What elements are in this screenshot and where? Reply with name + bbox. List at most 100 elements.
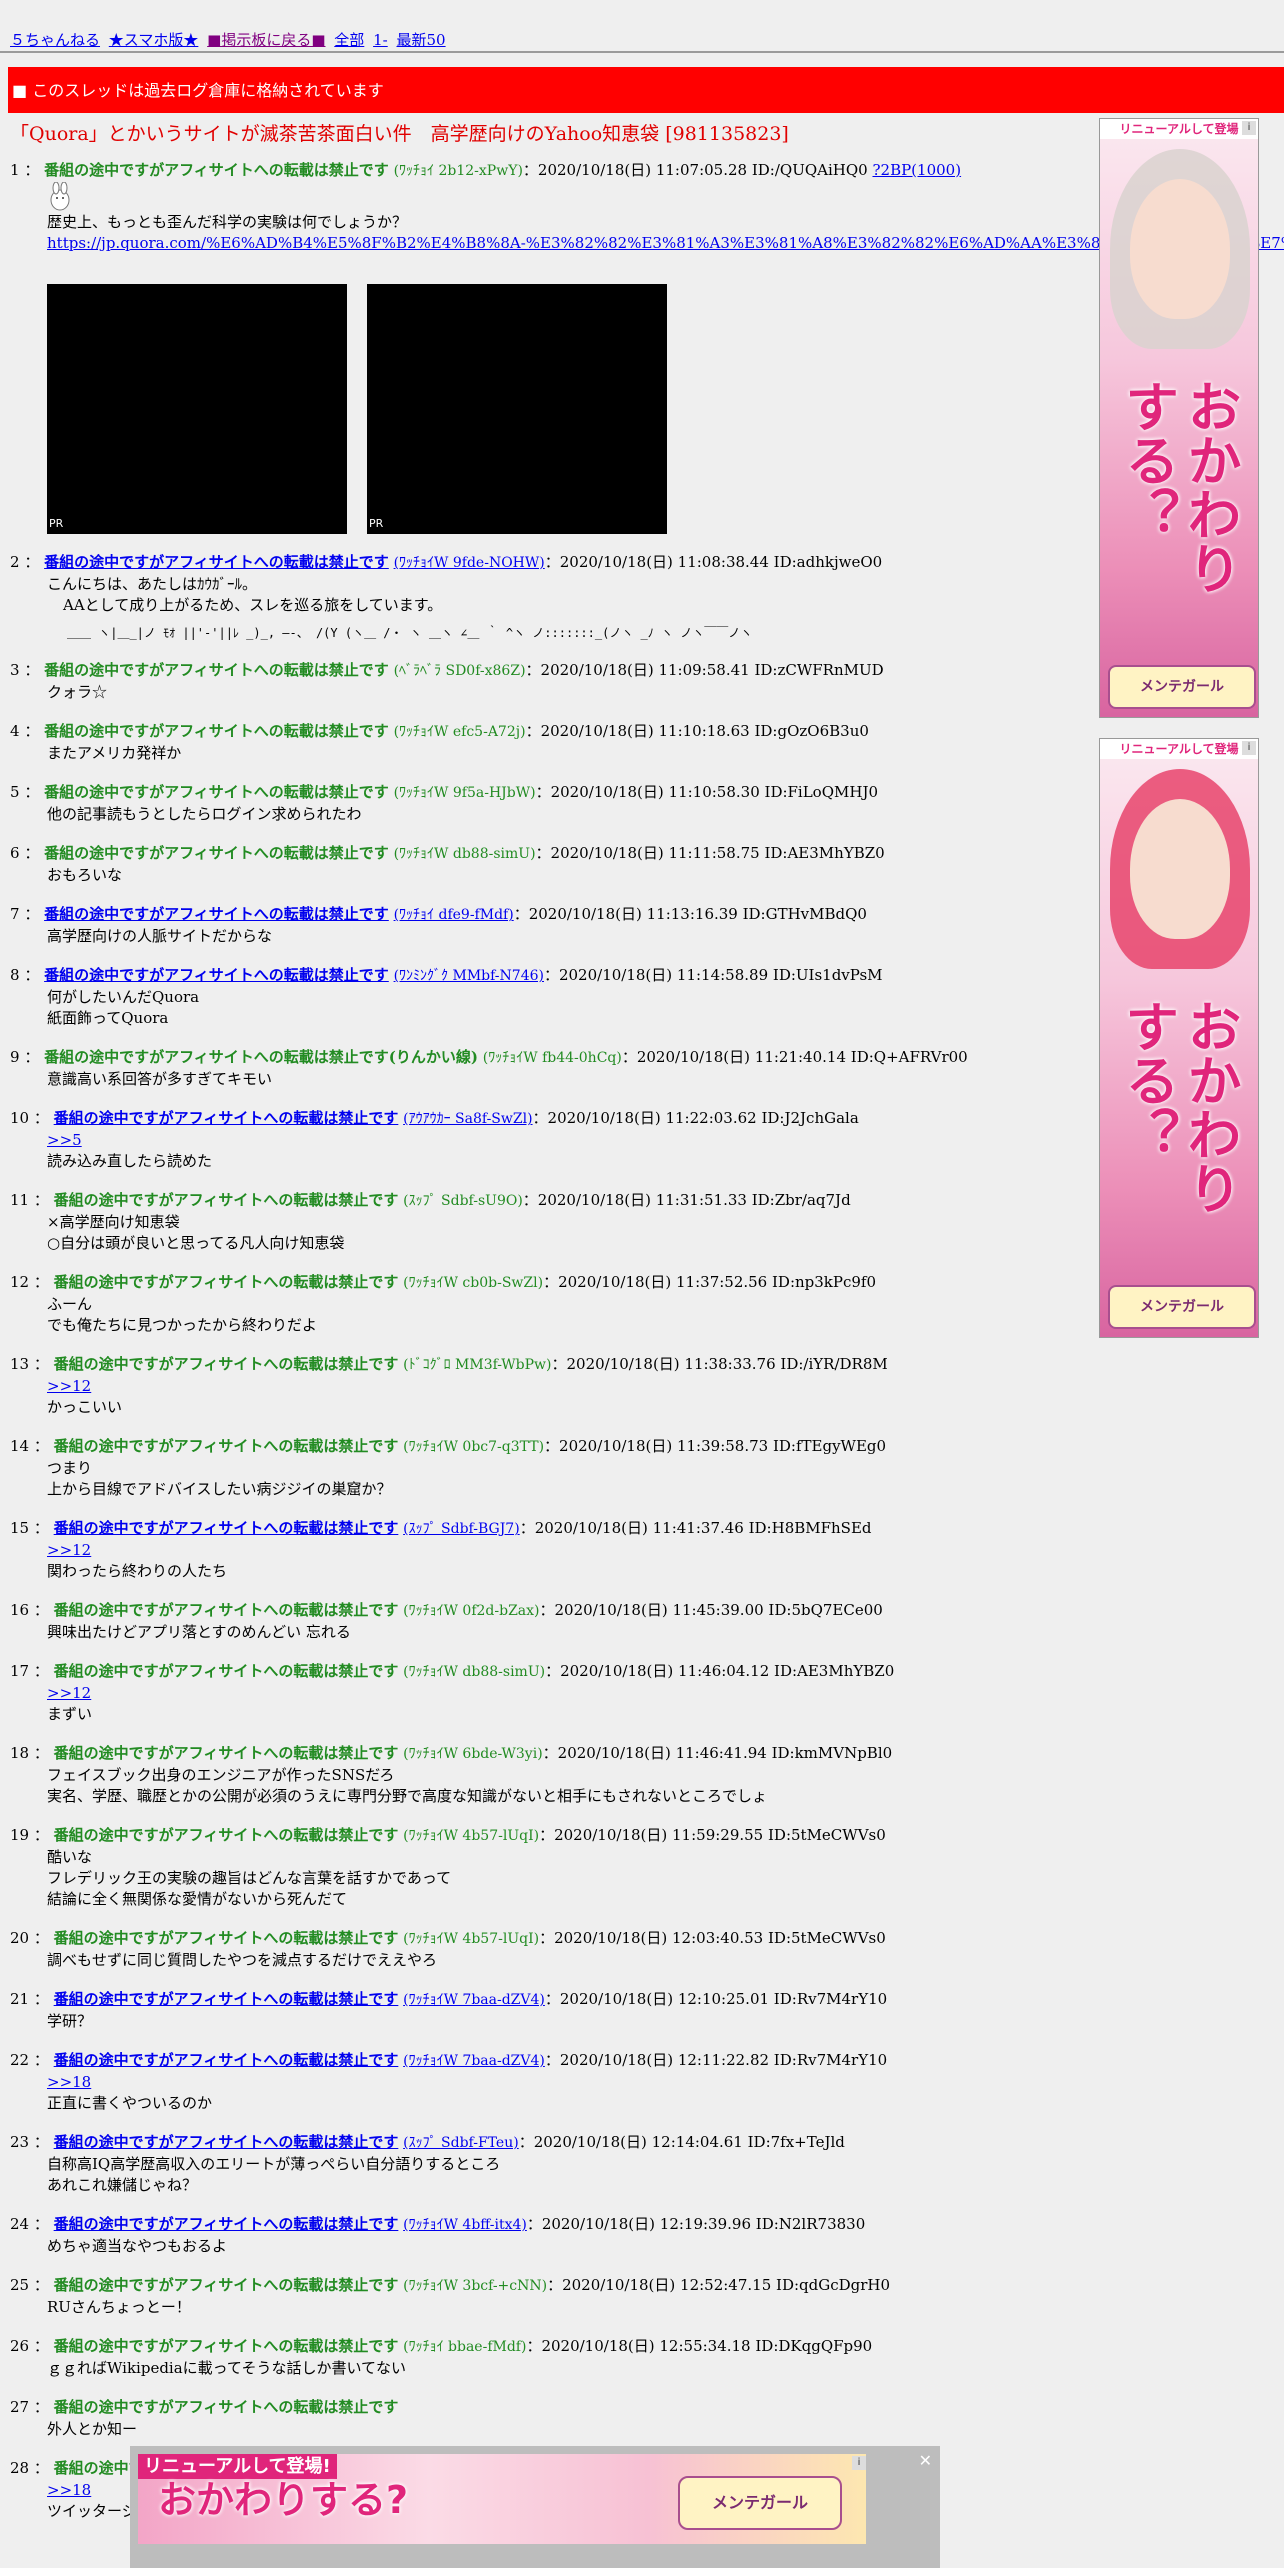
poster-trip: (ﾜｯﾁｮｲ bbae-fMdf) <box>403 2339 527 2355</box>
post-line: 紙面飾ってQuora <box>47 1009 169 1027</box>
post-header: 7 ： 番組の途中ですがアフィサイトへの転載は禁止です (ﾜｯﾁｮｲ dfe9-… <box>10 905 867 923</box>
post-line: つまり <box>47 1459 93 1477</box>
poster-trip: (ﾄﾞｺｸﾞﾛ MM3f-WbPw) <box>403 1357 552 1373</box>
back-to-board-link[interactable]: ■掲示板に戻る■ <box>207 31 325 49</box>
reply-anchor-link[interactable]: >>12 <box>47 1540 1270 1561</box>
poster-name-link[interactable]: 番組の途中ですがアフィサイトへの転載は禁止です <box>54 1109 399 1127</box>
mobile-version-link[interactable]: ★スマホ版★ <box>109 31 199 49</box>
post-17: 17 ： 番組の途中ですがアフィサイトへの転載は禁止です (ﾜｯﾁｮｲW db8… <box>10 1661 1270 1725</box>
poster-trip[interactable]: (ｱｳｱｳｶｰ Sa8f-SwZl) <box>403 1111 532 1127</box>
poster-trip[interactable]: (ｽｯﾌﾟ Sdbf-FTeu) <box>403 2135 519 2151</box>
post-header: 17 ： 番組の途中ですがアフィサイトへの転載は禁止です (ﾜｯﾁｮｲW db8… <box>10 1662 895 1680</box>
post-line: でも俺たちに見つかったから終わりだよ <box>47 1316 318 1334</box>
post-body: こんにちは、あたしはｶｳｶﾞｰﾙ。 AAとして成り上がるため、スレを巡る旅をして… <box>47 574 1270 642</box>
ad-header: リニューアルして登場 <box>1100 739 1258 759</box>
poster-trip[interactable]: (ﾜｯﾁｮｲW 7baa-dZV4) <box>403 1992 545 2008</box>
post-header: 18 ： 番組の途中ですがアフィサイトへの転載は禁止です (ﾜｯﾁｮｲW 6bd… <box>10 1744 893 1762</box>
post-header: 12 ： 番組の途中ですがアフィサイトへの転載は禁止です (ﾜｯﾁｮｲW cb0… <box>10 1273 877 1291</box>
poster-name: 番組の途中ですがアフィサイトへの転載は禁止です <box>44 661 389 679</box>
poster-name: 番組の途中ですがアフィサイトへの転載は禁止です <box>53 2398 399 2416</box>
post-line: 関わったら終わりの人たち <box>47 1562 228 1580</box>
post-date-id: ：2020/10/18(日) 11:38:33.76 ID:/iYR/DR8M <box>551 1355 888 1373</box>
post-number: 20 <box>10 1929 30 1947</box>
ad-catchphrase: おかわりする？ <box>1116 379 1241 595</box>
close-icon[interactable]: ✕ <box>919 2450 932 2471</box>
post-date-id: ：2020/10/18(日) 11:37:52.56 ID:np3kPc9f0 <box>543 1273 877 1291</box>
poster-trip[interactable]: (ﾜｯﾁｮｲW 7baa-dZV4) <box>403 2053 545 2069</box>
post-body: ふーんでも俺たちに見つかったから終わりだよ <box>47 1294 1270 1336</box>
poster-trip[interactable]: (ﾜﾝﾐﾝｸﾞｸ MMbf-N746) <box>394 968 544 984</box>
post-body: >>18 正直に書くやついるのか <box>47 2072 1270 2114</box>
all-posts-link[interactable]: 全部 <box>334 31 364 49</box>
reply-anchor-link[interactable]: >>12 <box>47 1376 1270 1397</box>
poster-name-link[interactable]: 番組の途中ですがアフィサイトへの転載は禁止です <box>54 2051 399 2069</box>
bottom-overlay-ad[interactable]: リニューアルして登場! おかわりする? メンテガール i ✕ <box>130 2446 940 2568</box>
post-line: 外人とか知ー <box>47 2420 138 2438</box>
ad-info-icon[interactable]: i <box>1242 121 1256 135</box>
inline-ad-1[interactable]: PR <box>47 284 347 534</box>
ad-banner[interactable]: リニューアルして登場! おかわりする? メンテガール i <box>138 2454 866 2544</box>
ad-info-icon[interactable]: i <box>1242 741 1256 755</box>
post-line: 意識高い系回答が多すぎてキモい <box>47 1070 273 1088</box>
poster-trip[interactable]: (ﾜｯﾁｮｲW 9fde-NOHW) <box>394 555 545 571</box>
poster-name-link[interactable]: 番組の途中ですがアフィサイトへの転載は禁止です <box>44 553 389 571</box>
side-ad-2[interactable]: リニューアルして登場 おかわりする？ メンテガール i <box>1099 738 1259 1338</box>
post-body: 何がしたいんだQuora 紙面飾ってQuora <box>47 987 1270 1029</box>
post-body: 学研？ <box>47 2011 1270 2032</box>
post-number: 12 <box>10 1273 30 1291</box>
post-number: 13 <box>10 1355 30 1373</box>
poster-trip[interactable]: (ｽｯﾌﾟ Sdbf-BGJ7) <box>403 1521 520 1537</box>
be-point-link[interactable]: ?2BP(1000) <box>872 161 961 179</box>
ad-info-icon[interactable]: i <box>852 2456 866 2470</box>
post-date-id: ：2020/10/18(日) 11:22:03.62 ID:J2JchGala <box>532 1109 859 1127</box>
post-19: 19 ： 番組の途中ですがアフィサイトへの転載は禁止です (ﾜｯﾁｮｲW 4b5… <box>10 1825 1270 1910</box>
poster-name: 番組の途中ですがアフィサイトへの転載は禁止です <box>53 1662 399 1680</box>
poster-trip[interactable]: (ﾜｯﾁｮｲW 4bff-itx4) <box>403 2217 527 2233</box>
post-date-id: ：2020/10/18(日) 11:14:58.89 ID:UIs1dvPsM <box>543 966 883 984</box>
reply-posts: 3 ： 番組の途中ですがアフィサイトへの転載は禁止です (ﾍﾞﾗﾍﾞﾗ SD0f… <box>10 660 1270 2522</box>
post-number: 9 <box>10 1048 20 1066</box>
post-header: 10 ： 番組の途中ですがアフィサイトへの転載は禁止です (ｱｳｱｳｶｰ Sa8… <box>10 1109 859 1127</box>
post-date-id: ：2020/10/18(日) 11:59:29.55 ID:5tMeCWVs0 <box>539 1826 886 1844</box>
reply-anchor-link[interactable]: >>12 <box>47 1683 1270 1704</box>
post-date-id: ：2020/10/18(日) 11:41:37.46 ID:H8BMFhSEd <box>519 1519 872 1537</box>
poster-name-link[interactable]: 番組の途中ですがアフィサイトへの転載は禁止です <box>54 2215 399 2233</box>
top-navigation: ５ちゃんねる ★スマホ版★ ■掲示板に戻る■ 全部 1- 最新50 <box>10 30 450 51</box>
poster-name-link[interactable]: 番組の途中ですがアフィサイトへの転載は禁止です <box>44 905 389 923</box>
latest-50-link[interactable]: 最新50 <box>396 31 445 49</box>
side-ad-1[interactable]: リニューアルして登場 おかわりする？ メンテガール i <box>1099 118 1259 718</box>
reply-anchor-link[interactable]: >>5 <box>47 1130 1270 1151</box>
post-body: 高学歴向けの人脈サイトだからな <box>47 926 1270 947</box>
post-body: おもろいな <box>47 865 1270 886</box>
post-header: 8 ： 番組の途中ですがアフィサイトへの転載は禁止です (ﾜﾝﾐﾝｸﾞｸ MMb… <box>10 966 883 984</box>
poster-name: 番組の途中ですがアフィサイトへの転載は禁止です <box>53 1744 399 1762</box>
poster-name-link[interactable]: 番組の途中ですがアフィサイトへの転載は禁止です <box>44 966 389 984</box>
post-number: 6 <box>10 844 20 862</box>
post-line: 酷いな <box>47 1848 93 1866</box>
first-posts-link[interactable]: 1- <box>373 31 388 49</box>
inline-ad-2[interactable]: PR <box>367 284 667 534</box>
post-header: 24 ： 番組の途中ですがアフィサイトへの転載は禁止です (ﾜｯﾁｮｲW 4bf… <box>10 2215 866 2233</box>
post-date-id: ：2020/10/18(日) 11:07:05.28 ID:/QUQAiHQ0 <box>522 161 868 179</box>
poster-trip: (ﾜｯﾁｮｲW 0bc7-q3TT) <box>403 1439 545 1455</box>
poster-name: 番組の途中ですがアフィサイトへの転載は禁止です <box>53 2337 399 2355</box>
post-number: 15 <box>10 1519 30 1537</box>
site-home-link[interactable]: ５ちゃんねる <box>10 31 100 49</box>
post-date-id: ：2020/10/18(日) 12:11:22.82 ID:Rv7M4rY10 <box>544 2051 888 2069</box>
reply-anchor-link[interactable]: >>18 <box>47 2072 1270 2093</box>
post-line: ふーん <box>47 1295 93 1313</box>
poster-trip: (ﾜｯﾁｮｲW 3bcf-+cNN) <box>403 2278 548 2294</box>
poster-name: 番組の途中ですがアフィサイトへの転載は禁止です <box>44 844 389 862</box>
poster-name-link[interactable]: 番組の途中ですがアフィサイトへの転載は禁止です <box>54 1990 399 2008</box>
post-line: まずい <box>47 1705 93 1723</box>
poster-name-link[interactable]: 番組の途中ですがアフィサイトへの転載は禁止です <box>54 2133 399 2151</box>
pr-label: PR <box>369 517 384 530</box>
poster-name-link[interactable]: 番組の途中ですがアフィサイトへの転載は禁止です <box>54 1519 399 1537</box>
poster-trip[interactable]: (ﾜｯﾁｮｲ dfe9-fMdf) <box>394 907 514 923</box>
poster-trip: (ﾜｯﾁｮｲW 0f2d-bZax) <box>403 1603 540 1619</box>
post-9: 9 ： 番組の途中ですがアフィサイトへの転載は禁止です(りんかい線) (ﾜｯﾁｮ… <box>10 1047 1270 1090</box>
post-header: 22 ： 番組の途中ですがアフィサイトへの転載は禁止です (ﾜｯﾁｮｲW 7ba… <box>10 2051 888 2069</box>
post-number: 14 <box>10 1437 30 1455</box>
post-15: 15 ： 番組の途中ですがアフィサイトへの転載は禁止です (ｽｯﾌﾟ Sdbf-… <box>10 1518 1270 1582</box>
post-6: 6 ： 番組の途中ですがアフィサイトへの転載は禁止です (ﾜｯﾁｮｲW db88… <box>10 843 1270 886</box>
